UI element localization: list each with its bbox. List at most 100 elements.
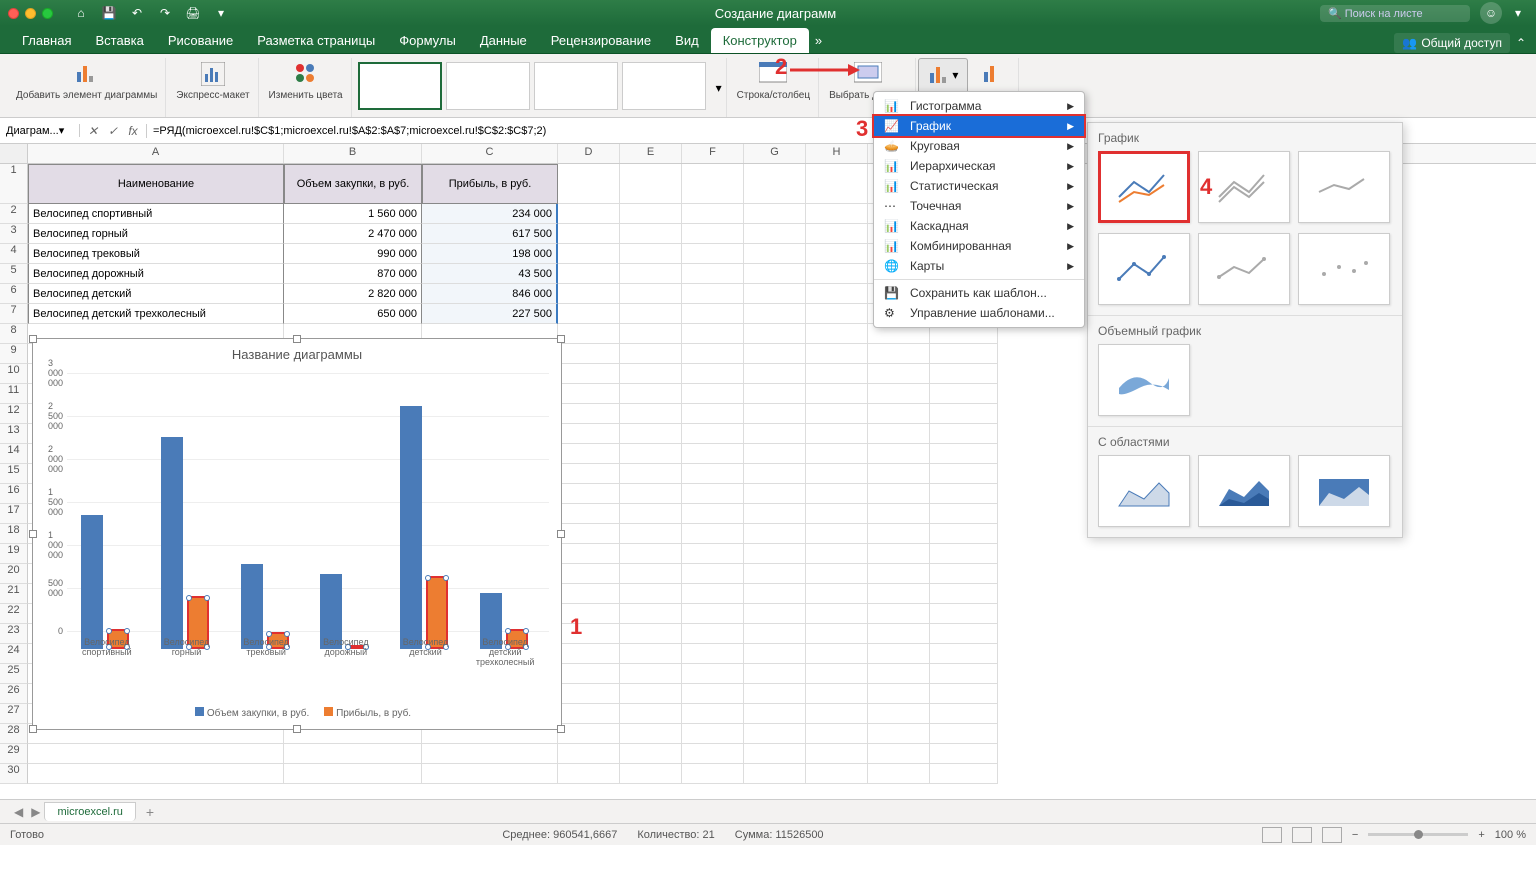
column-header[interactable]: F xyxy=(682,144,744,163)
cell[interactable] xyxy=(744,644,806,664)
cell[interactable]: Прибыль, в руб. xyxy=(422,164,558,204)
chart-option-3d-line[interactable] xyxy=(1098,344,1190,416)
cell[interactable] xyxy=(558,504,620,524)
cell[interactable] xyxy=(682,224,744,244)
cell[interactable] xyxy=(744,284,806,304)
view-normal-icon[interactable] xyxy=(1262,827,1282,843)
cell[interactable] xyxy=(930,704,998,724)
cell[interactable] xyxy=(558,764,620,784)
column-header[interactable]: B xyxy=(284,144,422,163)
cell[interactable] xyxy=(284,764,422,784)
cell[interactable]: Наименование xyxy=(28,164,284,204)
row-header[interactable]: 25 xyxy=(0,664,28,684)
cell[interactable] xyxy=(558,204,620,224)
row-header[interactable]: 16 xyxy=(0,484,28,504)
cell[interactable] xyxy=(930,404,998,424)
cell[interactable] xyxy=(806,324,868,344)
cell[interactable] xyxy=(682,684,744,704)
cell[interactable] xyxy=(744,664,806,684)
cell[interactable] xyxy=(806,444,868,464)
maximize-window-button[interactable] xyxy=(42,8,53,19)
cell[interactable] xyxy=(620,264,682,284)
cell[interactable] xyxy=(868,564,930,584)
cell[interactable] xyxy=(930,604,998,624)
home-icon[interactable]: ⌂ xyxy=(71,3,91,23)
cell[interactable]: 650 000 xyxy=(284,304,422,324)
cell[interactable] xyxy=(682,724,744,744)
cell[interactable] xyxy=(620,204,682,224)
cell[interactable] xyxy=(868,424,930,444)
cell[interactable] xyxy=(806,504,868,524)
cell[interactable] xyxy=(744,684,806,704)
tab-home[interactable]: Главная xyxy=(10,28,83,53)
cell[interactable] xyxy=(28,764,284,784)
cell[interactable] xyxy=(682,364,744,384)
cell[interactable] xyxy=(682,704,744,724)
add-sheet-icon[interactable]: + xyxy=(142,804,158,820)
row-header[interactable]: 26 xyxy=(0,684,28,704)
cell[interactable] xyxy=(806,704,868,724)
cell[interactable] xyxy=(868,664,930,684)
cell[interactable] xyxy=(682,544,744,564)
cell[interactable] xyxy=(930,484,998,504)
cell[interactable] xyxy=(744,204,806,224)
cell[interactable] xyxy=(620,304,682,324)
cell[interactable] xyxy=(620,224,682,244)
cell[interactable] xyxy=(868,524,930,544)
chart-type-menu-item[interactable]: 📈График▶ xyxy=(872,114,1086,138)
cell[interactable] xyxy=(620,704,682,724)
cell[interactable] xyxy=(930,524,998,544)
cell[interactable] xyxy=(620,584,682,604)
cell[interactable] xyxy=(620,544,682,564)
cell[interactable] xyxy=(682,584,744,604)
row-header[interactable]: 6 xyxy=(0,284,28,304)
cell[interactable] xyxy=(620,504,682,524)
cell[interactable] xyxy=(744,164,806,204)
column-header[interactable]: D xyxy=(558,144,620,163)
cell[interactable] xyxy=(682,384,744,404)
chart-type-menu-item[interactable]: ⚙Управление шаблонами... xyxy=(874,303,1084,323)
cell[interactable] xyxy=(620,424,682,444)
select-all-corner[interactable] xyxy=(0,144,28,163)
row-header[interactable]: 17 xyxy=(0,504,28,524)
cell[interactable] xyxy=(682,564,744,584)
cell[interactable] xyxy=(930,624,998,644)
cell[interactable] xyxy=(744,304,806,324)
zoom-out-icon[interactable]: − xyxy=(1352,829,1358,841)
chart-option-line-5[interactable] xyxy=(1198,233,1290,305)
tab-insert[interactable]: Вставка xyxy=(83,28,155,53)
sheet-tab-active[interactable]: microexcel.ru xyxy=(44,802,135,821)
cell[interactable] xyxy=(284,744,422,764)
ribbon-change-colors[interactable]: Изменить цвета xyxy=(261,58,352,117)
zoom-percent[interactable]: 100 % xyxy=(1495,829,1526,841)
row-header[interactable]: 11 xyxy=(0,384,28,404)
cell[interactable] xyxy=(558,224,620,244)
cell[interactable]: 846 000 xyxy=(422,284,558,304)
cell[interactable] xyxy=(558,604,620,624)
undo-icon[interactable]: ↶ xyxy=(127,3,147,23)
redo-icon[interactable]: ↷ xyxy=(155,3,175,23)
cell[interactable] xyxy=(744,364,806,384)
cell[interactable] xyxy=(620,444,682,464)
cell[interactable]: 43 500 xyxy=(422,264,558,284)
cell[interactable] xyxy=(620,484,682,504)
cell[interactable]: 1 560 000 xyxy=(284,204,422,224)
cell[interactable] xyxy=(930,684,998,704)
cell[interactable] xyxy=(744,704,806,724)
cell[interactable] xyxy=(930,664,998,684)
chart-style-3[interactable] xyxy=(534,62,618,110)
chart-option-area-1[interactable] xyxy=(1098,455,1190,527)
chart-option-line-3[interactable] xyxy=(1298,151,1390,223)
fx-icon[interactable]: fx xyxy=(124,124,142,138)
cell[interactable] xyxy=(868,684,930,704)
cell[interactable] xyxy=(744,384,806,404)
tab-page-layout[interactable]: Разметка страницы xyxy=(245,28,387,53)
chart-style-4[interactable] xyxy=(622,62,706,110)
cell[interactable] xyxy=(682,624,744,644)
cell[interactable] xyxy=(558,444,620,464)
cell[interactable] xyxy=(558,164,620,204)
cell[interactable] xyxy=(620,364,682,384)
cell[interactable] xyxy=(558,304,620,324)
cell[interactable] xyxy=(558,264,620,284)
cell[interactable] xyxy=(682,464,744,484)
